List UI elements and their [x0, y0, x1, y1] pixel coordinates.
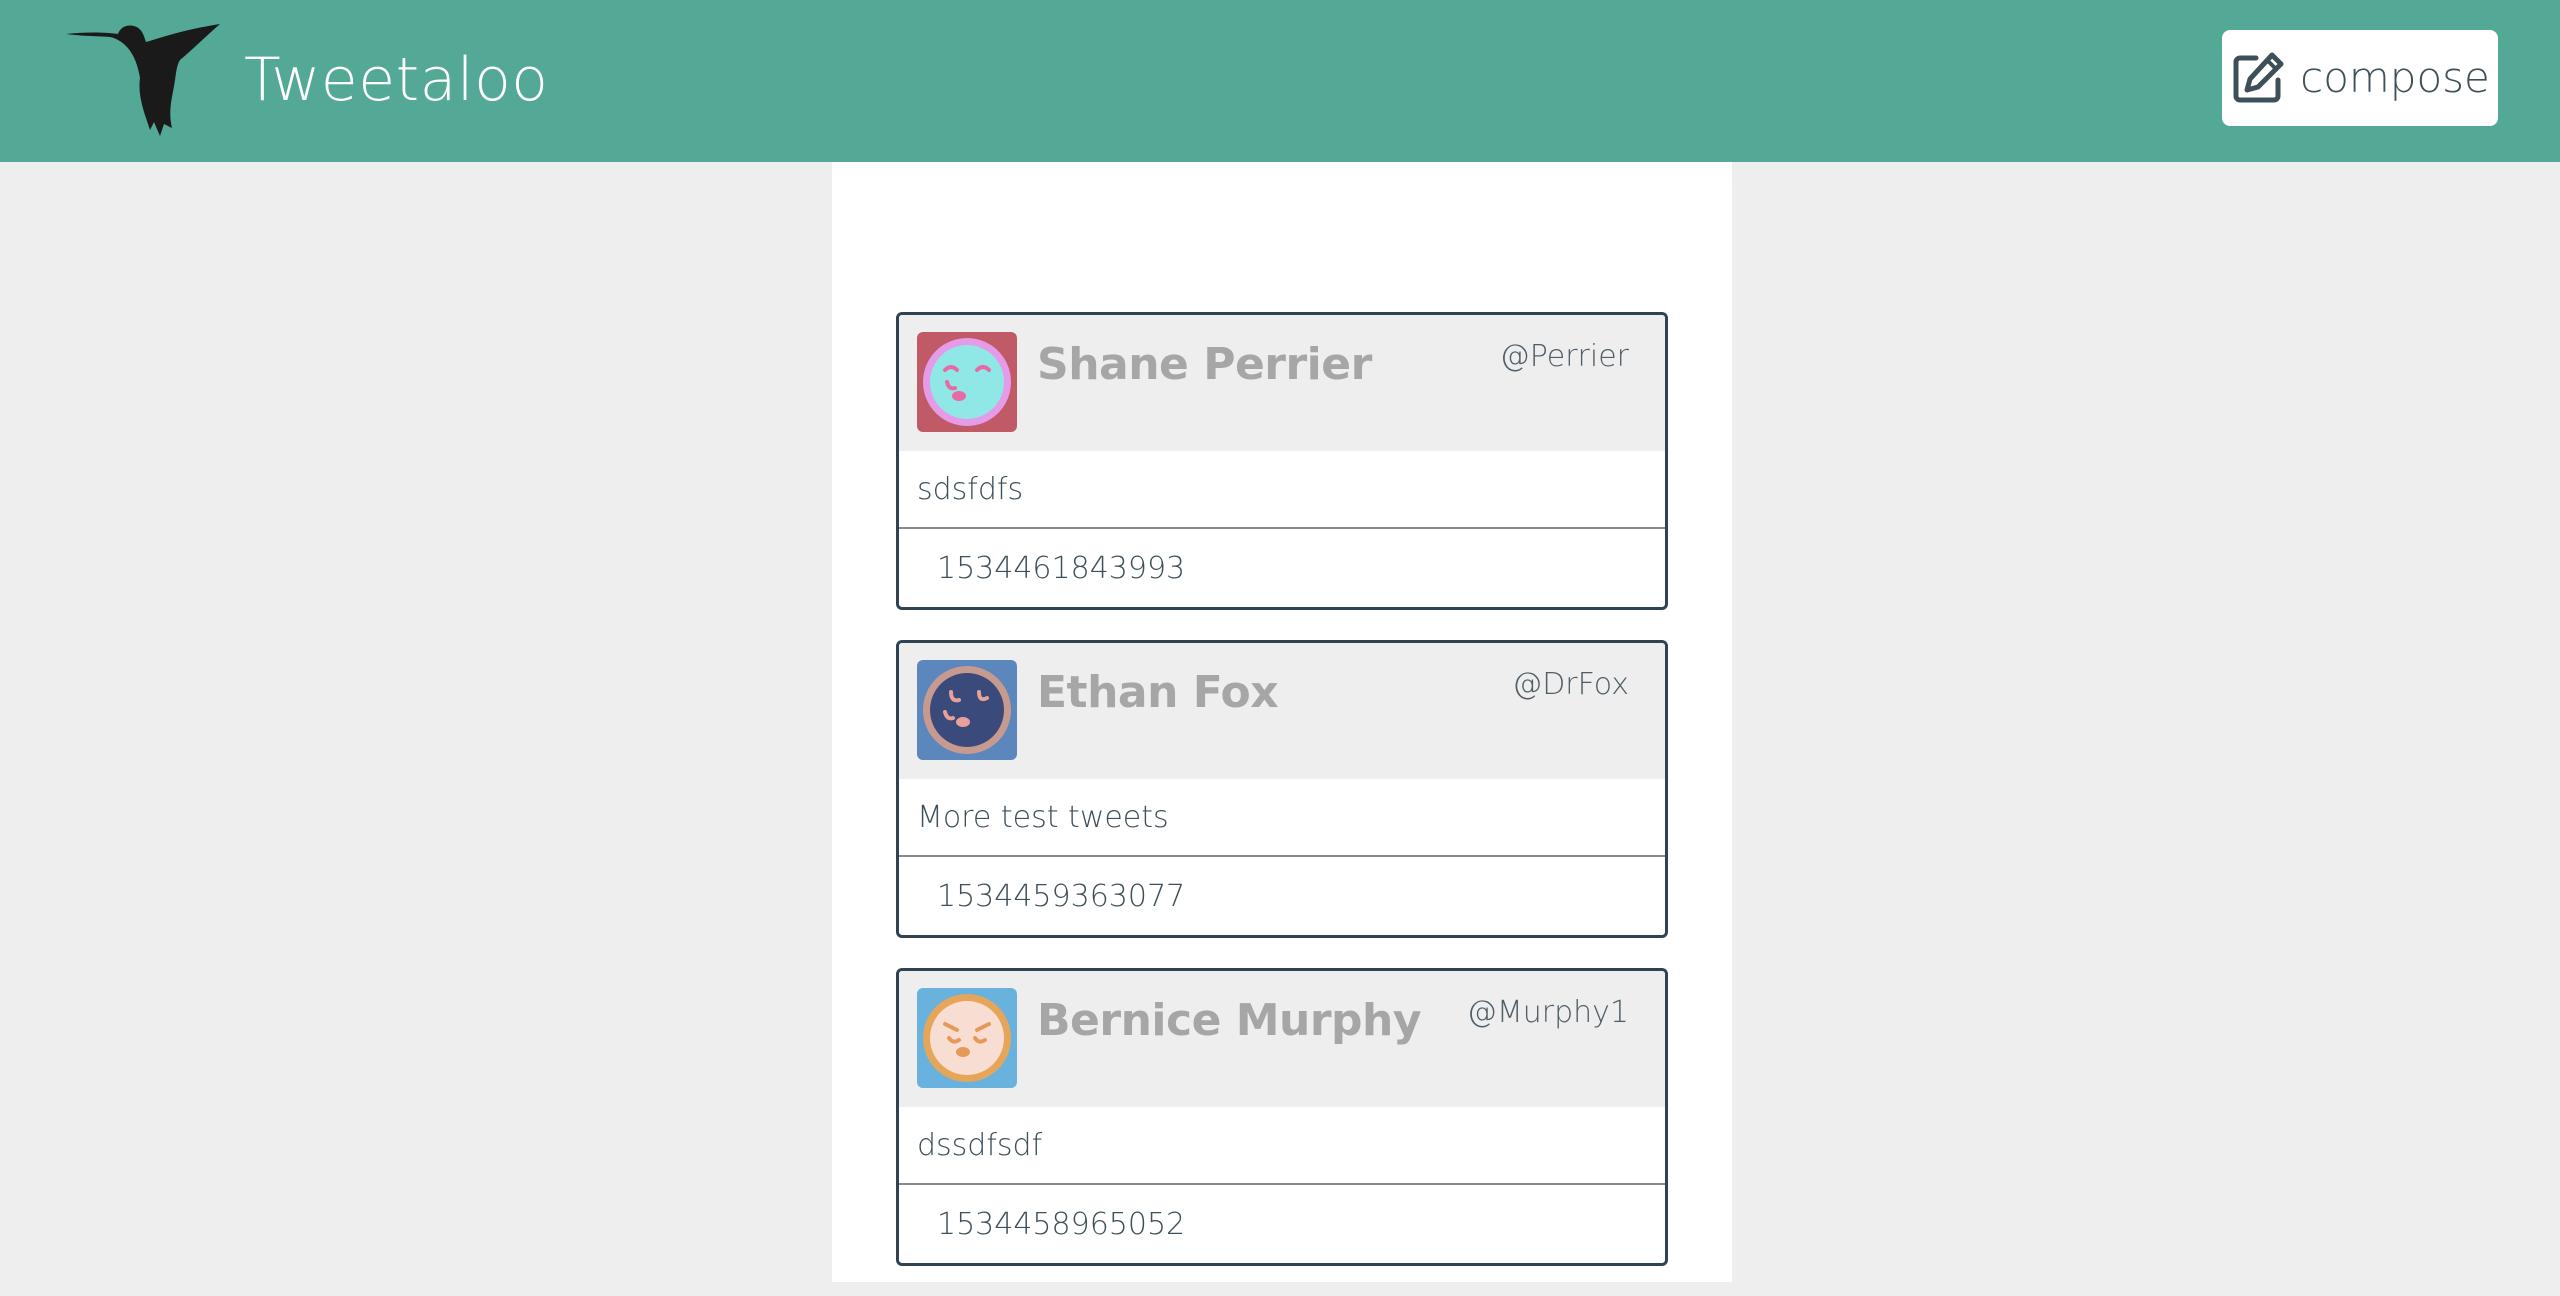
tweet-header: Ethan Fox @DrFox: [899, 643, 1665, 779]
user-handle: @Perrier: [1499, 339, 1629, 374]
tweet-feed-column: Shane Perrier @Perrier sdsfdfs 153446184…: [832, 162, 1732, 1282]
tweet-header: Bernice Murphy @Murphy1: [899, 971, 1665, 1107]
tweet-card: Bernice Murphy @Murphy1 dssdfsdf 1534458…: [896, 968, 1668, 1266]
tweet-text: dssdfsdf: [899, 1107, 1665, 1185]
tweet-timestamp: 1534459363077: [937, 878, 1186, 914]
face-avatar-icon: [917, 988, 1017, 1088]
tweet-text: More test tweets: [899, 779, 1665, 857]
tweet-text: sdsfdfs: [899, 451, 1665, 529]
tweet-card: Shane Perrier @Perrier sdsfdfs 153446184…: [896, 312, 1668, 610]
avatar: [917, 332, 1017, 432]
user-name: Ethan Fox: [1037, 667, 1279, 718]
tweet-list: Shane Perrier @Perrier sdsfdfs 153446184…: [896, 312, 1668, 1296]
hummingbird-icon: [66, 24, 220, 136]
face-avatar-icon: [917, 332, 1017, 432]
user-handle: @DrFox: [1512, 667, 1629, 702]
tweet-timestamp: 1534461843993: [937, 550, 1186, 586]
user-handle: @Murphy1: [1466, 995, 1629, 1030]
tweet-header: Shane Perrier @Perrier: [899, 315, 1665, 451]
avatar: [917, 660, 1017, 760]
edit-icon: [2233, 52, 2284, 103]
tweet-card: Ethan Fox @DrFox More test tweets 153445…: [896, 640, 1668, 938]
face-avatar-icon: [917, 660, 1017, 760]
compose-label: compose: [2300, 53, 2490, 102]
app-header: Tweetaloo compose: [0, 0, 2560, 162]
user-name: Shane Perrier: [1037, 339, 1372, 390]
compose-button[interactable]: compose: [2222, 30, 2498, 126]
user-name: Bernice Murphy: [1037, 995, 1422, 1046]
app-title: Tweetaloo: [244, 45, 549, 115]
avatar: [917, 988, 1017, 1088]
tweet-timestamp: 1534458965052: [937, 1206, 1186, 1242]
